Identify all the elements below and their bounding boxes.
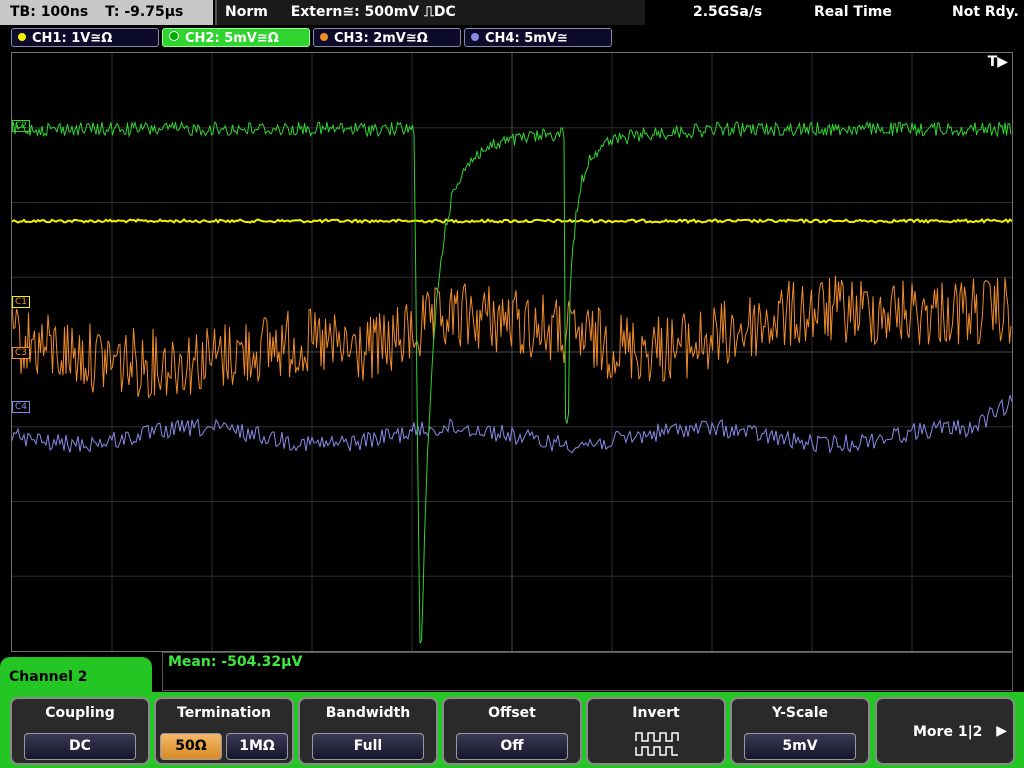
invert-waveform-icon: [635, 732, 679, 756]
ch3-label: CH3: 2mV≅Ω: [334, 31, 428, 46]
invert-softkey[interactable]: Invert: [586, 697, 726, 765]
ch1-offset-marker[interactable]: C1: [12, 296, 31, 308]
bandwidth-value: Full: [312, 733, 424, 760]
timebase-box[interactable]: TB: 100ns T: -9.75µs: [0, 0, 213, 25]
ch3-dot-icon: [320, 33, 328, 41]
coupling-value: DC: [24, 733, 136, 760]
waveform-display[interactable]: [11, 52, 1013, 652]
trigger-mode: Norm: [225, 4, 268, 20]
ch1-dot-icon: [18, 33, 26, 41]
timebase-value: TB: 100ns: [10, 4, 89, 20]
channel-menu-title: Channel 2: [9, 669, 88, 685]
acquisition-mode: Real Time: [814, 4, 892, 20]
ch2-dot-icon: [169, 31, 179, 41]
arrow-right-icon: ▶: [996, 723, 1007, 739]
mean-measurement: Mean: -504.32µV: [168, 654, 303, 670]
ch2-offset-marker[interactable]: C2: [12, 120, 31, 132]
invert-title: Invert: [632, 705, 680, 721]
coupling-softkey[interactable]: Coupling DC: [10, 697, 150, 765]
bandwidth-title: Bandwidth: [325, 705, 411, 721]
ch3-offset-marker[interactable]: C3: [12, 347, 31, 359]
tab-ch2[interactable]: CH2: 5mV≅Ω: [162, 28, 310, 47]
trigger-position-marker: T▶: [987, 54, 1008, 70]
trigger-source: Extern≅: 500mV ⎍DC: [290, 4, 456, 20]
offset-softkey[interactable]: Offset Off: [442, 697, 582, 765]
yscale-value: 5mV: [744, 733, 856, 760]
termination-softkey[interactable]: Termination 50Ω 1MΩ: [154, 697, 294, 765]
termination-50ohm-option[interactable]: 50Ω: [160, 733, 222, 760]
coupling-title: Coupling: [45, 705, 115, 721]
ch2-label: CH2: 5mV≅Ω: [185, 31, 279, 46]
ch4-offset-marker[interactable]: C4: [12, 401, 31, 413]
ch4-dot-icon: [471, 33, 479, 41]
tab-ch3[interactable]: CH3: 2mV≅Ω: [313, 28, 461, 47]
ch4-label: CH4: 5mV≅: [485, 31, 568, 46]
yscale-title: Y-Scale: [771, 705, 828, 721]
acquisition-state: Not Rdy.: [952, 4, 1019, 20]
more-label: More 1|2: [913, 724, 983, 740]
termination-title: Termination: [177, 705, 271, 721]
trigger-time-value: T: -9.75µs: [105, 4, 184, 20]
bandwidth-softkey[interactable]: Bandwidth Full: [298, 697, 438, 765]
ch1-label: CH1: 1V≅Ω: [32, 31, 113, 46]
tab-ch1[interactable]: CH1: 1V≅Ω: [11, 28, 159, 47]
tab-ch4[interactable]: CH4: 5mV≅: [464, 28, 612, 47]
yscale-softkey[interactable]: Y-Scale 5mV: [730, 697, 870, 765]
trigger-box[interactable]: Norm Extern≅: 500mV ⎍DC: [215, 0, 645, 25]
termination-1mohm-option[interactable]: 1MΩ: [226, 733, 288, 760]
more-softkey[interactable]: More 1|2 ▶: [875, 697, 1015, 765]
sample-rate: 2.5GSa/s: [693, 4, 763, 20]
offset-value: Off: [456, 733, 568, 760]
waveform-canvas: [12, 53, 1012, 651]
offset-title: Offset: [488, 705, 536, 721]
